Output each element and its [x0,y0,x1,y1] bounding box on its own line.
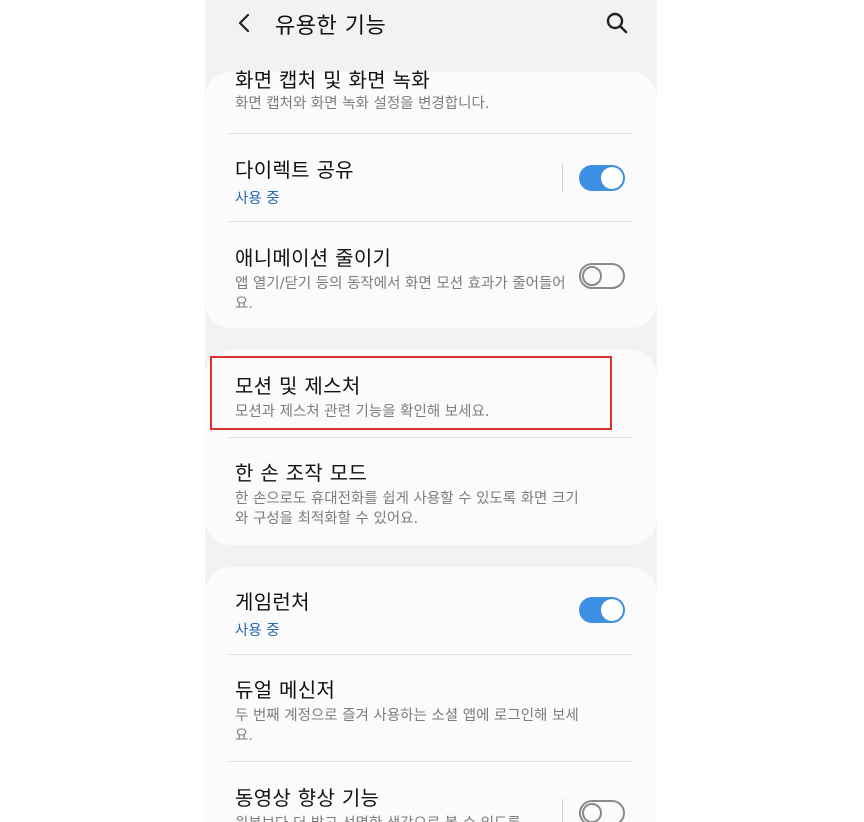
app-header: 유용한 기능 [205,0,657,50]
divider [229,761,633,762]
item-title: 애니메이션 줄이기 [235,246,392,270]
reduce-animation-item[interactable]: 애니메이션 줄이기 앱 열기/닫기 등의 동작에서 화면 모션 효과가 줄어들어… [235,242,567,314]
divider [229,437,633,438]
item-title: 화면 캡처 및 화면 녹화 [235,68,430,92]
game-launcher-item[interactable]: 게임런처 사용 중 [235,586,629,640]
page-title: 유용한 기능 [275,14,387,39]
item-title: 게임런처 [235,590,310,614]
screen-capture-item[interactable]: 화면 캡처 및 화면 녹화 화면 캡처와 화면 녹화 설정을 변경합니다. [235,64,629,114]
direct-share-toggle[interactable] [579,165,625,191]
item-description: 두 번째 계정으로 즐겨 사용하는 소셜 앱에 로그인해 보세요. [235,708,579,744]
chevron-left-icon [238,13,250,33]
toggle-knob [601,167,623,189]
item-description: 한 손으로도 휴대전화를 쉽게 사용할 수 있도록 화면 크기와 구성을 최적화… [235,491,579,527]
divider [229,221,633,222]
video-enhancer-item[interactable]: 동영상 향상 기능 원본보다 더 밝고 선명한 색감으로 볼 수 있도록 [235,782,567,822]
item-title: 듀얼 메신저 [235,678,336,702]
video-enhancer-toggle-area [562,799,625,822]
item-description: 원본보다 더 밝고 선명한 색감으로 볼 수 있도록 [235,814,567,822]
one-hand-mode-item[interactable]: 한 손 조작 모드 한 손으로도 휴대전화를 쉽게 사용할 수 있도록 화면 크… [235,457,587,529]
back-button[interactable] [231,9,259,37]
motions-gestures-item[interactable]: 모션 및 제스처 모션과 제스처 관련 기능을 확인해 보세요. [235,370,629,422]
search-icon [606,12,628,34]
phone-screen: 유용한 기능 화면 캡처 및 화면 녹화 화면 캡처와 화면 녹화 설정을 변경… [205,0,657,822]
video-enhancer-toggle[interactable] [579,800,625,822]
settings-group-3: 게임런처 사용 중 듀얼 메신저 두 번째 계정으로 즐겨 사용하는 소셜 앱에… [205,567,657,822]
divider [229,654,633,655]
item-status: 사용 중 [235,623,280,639]
direct-share-toggle-area [562,164,625,192]
reduce-animation-toggle-area [579,263,625,289]
item-description: 화면 캡처와 화면 녹화 설정을 변경합니다. [235,96,490,112]
settings-group-2: 모션 및 제스처 모션과 제스처 관련 기능을 확인해 보세요. 한 손 조작 … [205,350,657,545]
item-description: 모션과 제스처 관련 기능을 확인해 보세요. [235,404,490,420]
item-title: 한 손 조작 모드 [235,461,368,485]
settings-group-1: 화면 캡처 및 화면 녹화 화면 캡처와 화면 녹화 설정을 변경합니다. 다이… [205,68,657,328]
game-launcher-toggle-area [579,597,625,623]
game-launcher-toggle[interactable] [579,597,625,623]
vertical-separator [562,799,563,822]
dual-messenger-item[interactable]: 듀얼 메신저 두 번째 계정으로 즐겨 사용하는 소셜 앱에 로그인해 보세요. [235,674,587,746]
vertical-separator [562,164,563,192]
toggle-knob [582,803,602,822]
item-title: 모션 및 제스처 [235,374,361,398]
item-title: 동영상 향상 기능 [235,786,380,810]
divider [229,133,633,134]
toggle-knob [601,599,623,621]
reduce-animation-toggle[interactable] [579,263,625,289]
item-description: 앱 열기/닫기 등의 동작에서 화면 모션 효과가 줄어들어요. [235,276,566,312]
search-button[interactable] [603,9,631,37]
toggle-knob [582,266,602,286]
